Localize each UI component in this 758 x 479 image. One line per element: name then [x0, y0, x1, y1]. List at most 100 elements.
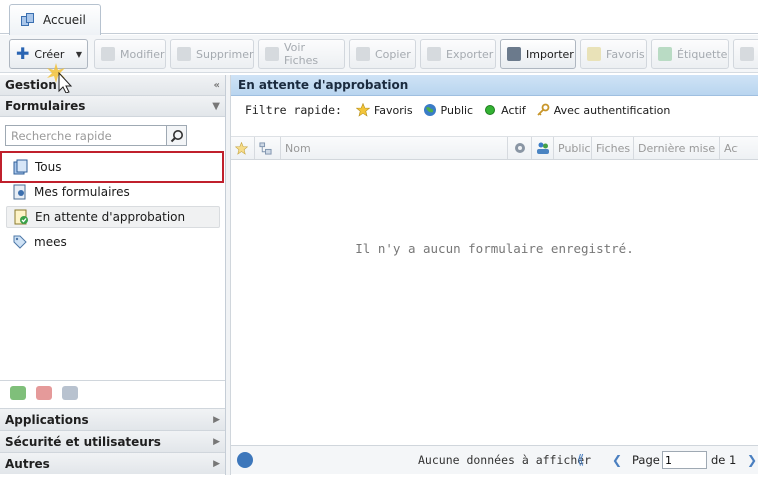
first-page-icon[interactable]: ⟪	[577, 453, 584, 468]
label-actions	[0, 380, 225, 404]
others-section[interactable]: Autres ▶	[0, 452, 225, 474]
favorites-label: Favoris	[606, 47, 645, 61]
tab-label: Accueil	[43, 13, 86, 27]
column-active-label: Act	[724, 141, 738, 155]
nav-item-label: Tous	[35, 160, 62, 174]
tree-icon	[259, 141, 272, 155]
key-icon	[537, 103, 550, 116]
chevron-down-icon[interactable]: ▼	[212, 101, 220, 112]
plus-icon: ✚	[16, 44, 30, 63]
column-tree[interactable]	[255, 137, 281, 159]
column-favorite[interactable]	[231, 137, 255, 159]
main-title-bar: En attente d'approbation	[231, 75, 758, 96]
forms-stack-icon	[13, 159, 29, 175]
filter-label: Filtre rapide:	[245, 103, 342, 117]
management-header[interactable]: Gestion «	[0, 75, 225, 96]
add-label-icon[interactable]	[10, 385, 26, 400]
delete-button[interactable]: Supprimer	[170, 39, 254, 69]
label-button[interactable]: Étiquette	[651, 39, 729, 69]
forms-title: Formulaires	[5, 99, 86, 113]
filter-label-text: Public	[440, 103, 474, 117]
copy-label: Copier	[375, 47, 411, 61]
filter-public[interactable]: Public	[423, 103, 474, 117]
export-button[interactable]: Exporter	[420, 39, 496, 69]
nav-item-all[interactable]: Tous	[0, 151, 224, 183]
column-settings[interactable]	[508, 137, 532, 159]
mouse-cursor-icon	[47, 63, 73, 93]
edit-icon	[101, 47, 115, 61]
toolbar: ✚ Créer ▼ Modifier Supprimer Voir Fiches…	[0, 35, 758, 73]
star-outline-icon	[235, 141, 248, 155]
quick-filter-bar: Filtre rapide: Favoris Public Actif Avec…	[245, 103, 670, 117]
star-icon	[587, 47, 601, 61]
label-label: Étiquette	[677, 47, 728, 61]
pager-info: Aucune données à afficher	[418, 453, 592, 467]
gear-icon	[514, 143, 525, 153]
nav-item-label: mees	[34, 235, 67, 249]
section-label: Sécurité et utilisateurs	[5, 434, 161, 449]
approval-form-icon	[13, 209, 29, 225]
applications-section[interactable]: Applications ▶	[0, 408, 225, 430]
column-last-update[interactable]: Dernière mise à	[634, 137, 720, 159]
globe-icon	[423, 104, 436, 116]
column-name[interactable]: Nom	[281, 137, 508, 159]
view-forms-button[interactable]: Voir Fiches	[258, 39, 345, 69]
delete-label: Supprimer	[196, 47, 254, 61]
export-icon	[427, 47, 441, 61]
column-records[interactable]: Fiches	[592, 137, 634, 159]
filter-authentication[interactable]: Avec authentification	[536, 103, 671, 117]
column-users[interactable]	[532, 137, 554, 159]
delete-label-icon[interactable]	[36, 385, 52, 400]
chevron-right-icon: ▶	[213, 436, 220, 447]
green-dot-icon	[485, 105, 496, 115]
page-label: Page	[632, 453, 660, 467]
tab-bar: Accueil	[0, 0, 758, 35]
column-public[interactable]: Public	[554, 137, 592, 159]
nav-item-pending-approval[interactable]: En attente d'approbation	[6, 206, 220, 228]
tag-icon	[12, 234, 28, 250]
tag-icon	[658, 47, 672, 61]
modify-button[interactable]: Modifier	[94, 39, 166, 69]
nav-item-my-forms[interactable]: Mes formulaires	[6, 181, 220, 203]
favorites-button[interactable]: Favoris	[580, 39, 647, 69]
next-page-icon[interactable]: ❯	[747, 453, 757, 467]
filter-label-text: Favoris	[373, 103, 413, 117]
view-forms-label: Voir Fiches	[284, 41, 319, 67]
page-title: En attente d'approbation	[238, 78, 409, 92]
filter-active[interactable]: Actif	[483, 103, 526, 117]
empty-message: Il n'y a aucun formulaire enregistré.	[355, 241, 634, 256]
column-records-label: Fiches	[596, 141, 631, 155]
trash-icon	[177, 47, 191, 61]
chevron-right-icon: ▶	[213, 414, 220, 425]
eye-icon	[265, 47, 279, 61]
filter-label-text: Avec authentification	[553, 103, 671, 117]
home-window-icon	[21, 13, 36, 27]
column-active[interactable]: Act	[720, 137, 738, 159]
column-name-label: Nom	[285, 141, 311, 155]
forms-header[interactable]: Formulaires ▼	[0, 96, 225, 117]
page-number-input[interactable]	[662, 451, 707, 469]
previous-page-icon[interactable]: ❮	[612, 453, 622, 467]
import-printer-icon	[507, 47, 521, 61]
copy-button[interactable]: Copier	[349, 39, 416, 69]
search-input[interactable]	[5, 125, 167, 146]
section-label: Autres	[5, 456, 50, 471]
refresh-icon[interactable]	[237, 452, 253, 468]
edit-label-icon[interactable]	[62, 385, 78, 400]
import-button[interactable]: Importer	[500, 39, 576, 69]
pager: Aucune données à afficher ⟪ ❮ Page de 1 …	[231, 445, 758, 474]
collapse-left-icon[interactable]: «	[214, 80, 220, 91]
filter-label-text: Actif	[501, 103, 526, 117]
tab-accueil[interactable]: Accueil	[9, 4, 101, 35]
section-label: Applications	[5, 412, 89, 427]
search-button[interactable]	[167, 125, 187, 146]
column-public-label: Public	[558, 141, 591, 155]
more-button[interactable]	[733, 39, 758, 69]
security-users-section[interactable]: Sécurité et utilisateurs ▶	[0, 430, 225, 452]
copy-icon	[356, 47, 370, 61]
user-form-icon	[12, 184, 28, 200]
nav-item-mees[interactable]: mees	[6, 231, 220, 253]
quick-search	[5, 125, 187, 146]
column-last-update-label: Dernière mise à	[638, 141, 720, 155]
filter-favorites[interactable]: Favoris	[355, 103, 413, 117]
